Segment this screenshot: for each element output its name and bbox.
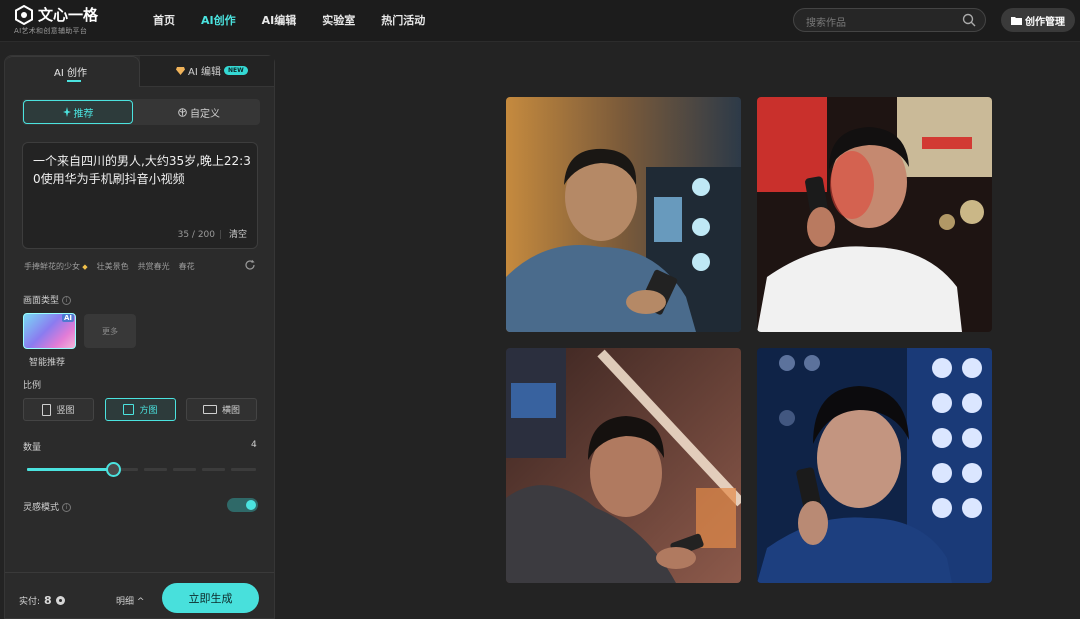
- ratio-portrait-label: 竖图: [56, 406, 75, 416]
- manage-creations-button[interactable]: 创作管理: [1001, 8, 1075, 32]
- folder-icon: [1011, 16, 1022, 25]
- cost-value: 8: [44, 594, 52, 607]
- cube-icon: [178, 107, 187, 117]
- sparkle-icon: [62, 107, 71, 117]
- suggestion-item[interactable]: 手捧鲜花的少女 ◆: [24, 261, 88, 272]
- ai-badge: AI: [61, 314, 74, 322]
- result-image-2[interactable]: [757, 97, 992, 332]
- tab-ai-edit[interactable]: AI 编辑 NEW: [140, 56, 274, 87]
- tab-active-indicator: [67, 80, 81, 82]
- panel-footer: 实付: 8 明细 ^ 立即生成: [5, 572, 274, 619]
- prompt-textarea[interactable]: 一个来自四川的男人,大约35岁,晚上22:30使用华为手机刷抖音小视频 35 /…: [22, 142, 258, 249]
- quantity-slider[interactable]: [27, 462, 256, 477]
- gem-icon: ◆: [80, 263, 88, 271]
- gem-icon: [176, 66, 185, 75]
- nav-ai-create[interactable]: AI创作: [201, 12, 236, 28]
- slider-segment: [231, 468, 256, 471]
- cost-detail-button[interactable]: 明细 ^: [116, 594, 144, 607]
- mode-recommend-label: 推荐: [73, 108, 94, 120]
- slider-segment: [202, 468, 225, 471]
- style-smart-recommend-label: 智能推荐: [29, 358, 66, 368]
- inspiration-mode-label: 灵感模式 i: [23, 500, 72, 513]
- logo-icon: [15, 5, 33, 25]
- search-input[interactable]: 搜索作品: [793, 8, 986, 32]
- manage-creations-label: 创作管理: [1025, 16, 1065, 28]
- slider-thumb[interactable]: [106, 462, 121, 477]
- result-image-3[interactable]: [506, 348, 741, 583]
- info-icon[interactable]: i: [62, 296, 72, 305]
- new-badge: NEW: [223, 66, 248, 75]
- style-section-label: 画面类型 i: [23, 293, 72, 306]
- ratio-square-button[interactable]: 方图: [105, 398, 176, 421]
- tab-ai-create[interactable]: AI 创作: [5, 56, 140, 87]
- mode-toggle: 推荐 自定义: [22, 99, 260, 125]
- portrait-icon: [42, 403, 52, 416]
- result-image-4[interactable]: [757, 348, 992, 583]
- creation-panel: AI 编辑 NEW AI 创作 推荐 自定义 一个来自四川的男人,大约35岁,晚…: [4, 55, 275, 619]
- landscape-icon: [202, 405, 217, 414]
- slider-segment: [144, 468, 167, 471]
- mode-custom-button[interactable]: 自定义: [140, 100, 258, 124]
- suggestion-item[interactable]: 共赏春光: [138, 261, 170, 272]
- refresh-icon[interactable]: [244, 259, 256, 271]
- panel-tabs: AI 编辑 NEW AI 创作: [5, 56, 274, 87]
- nav-events[interactable]: 热门活动: [381, 12, 425, 28]
- nav-home[interactable]: 首页: [153, 12, 175, 28]
- brand-tagline: AI艺术和创意辅助平台: [14, 27, 88, 35]
- cost-display: 实付: 8: [19, 594, 65, 607]
- quantity-value: 4: [251, 440, 257, 450]
- style-smart-recommend[interactable]: AI: [23, 313, 76, 349]
- mode-custom-label: 自定义: [190, 108, 220, 120]
- generate-button[interactable]: 立即生成: [162, 583, 259, 613]
- suggestion-item[interactable]: 春花: [179, 261, 195, 272]
- nav-lab[interactable]: 实验室: [322, 12, 355, 28]
- toggle-knob: [246, 500, 256, 510]
- square-icon: [123, 404, 135, 415]
- result-image-1[interactable]: [506, 97, 741, 332]
- prompt-suggestions: 手捧鲜花的少女 ◆ 壮美景色 共赏春光 春花: [24, 261, 204, 272]
- coin-icon: [55, 596, 65, 605]
- slider-segment: [173, 468, 196, 471]
- slider-fill: [27, 468, 113, 471]
- prompt-char-count: 35 / 200: [177, 230, 215, 240]
- more-styles-button[interactable]: 更多: [84, 314, 136, 348]
- main-nav: 首页 AI创作 AI编辑 实验室 热门活动: [153, 12, 451, 28]
- cost-label: 实付:: [19, 597, 41, 607]
- nav-ai-edit[interactable]: AI编辑: [262, 12, 297, 28]
- tab-ai-create-label: AI 创作: [54, 68, 87, 79]
- quantity-section-label: 数量: [23, 443, 42, 453]
- prompt-text[interactable]: 一个来自四川的男人,大约35岁,晚上22:30使用华为手机刷抖音小视频: [33, 152, 253, 188]
- ratio-landscape-button[interactable]: 横图: [186, 398, 257, 421]
- brand-name: 文心一格: [38, 6, 99, 24]
- ratio-section-label: 比例: [23, 381, 42, 391]
- suggestion-item[interactable]: 壮美景色: [97, 261, 129, 272]
- inspiration-mode-toggle[interactable]: [227, 498, 258, 512]
- clear-prompt-button[interactable]: 清空: [229, 227, 247, 240]
- ratio-portrait-button[interactable]: 竖图: [23, 398, 94, 421]
- prompt-separator: |: [218, 230, 222, 240]
- ratio-landscape-label: 横图: [221, 406, 240, 416]
- search-placeholder: 搜索作品: [806, 18, 846, 29]
- ratio-square-label: 方图: [139, 406, 158, 416]
- info-icon[interactable]: i: [62, 503, 72, 512]
- tab-ai-edit-label: AI 编辑: [188, 67, 221, 78]
- mode-recommend-button[interactable]: 推荐: [23, 100, 133, 124]
- top-bar: 文心一格 AI艺术和创意辅助平台 首页 AI创作 AI编辑 实验室 热门活动 搜…: [0, 0, 1080, 42]
- search-icon[interactable]: [962, 13, 976, 27]
